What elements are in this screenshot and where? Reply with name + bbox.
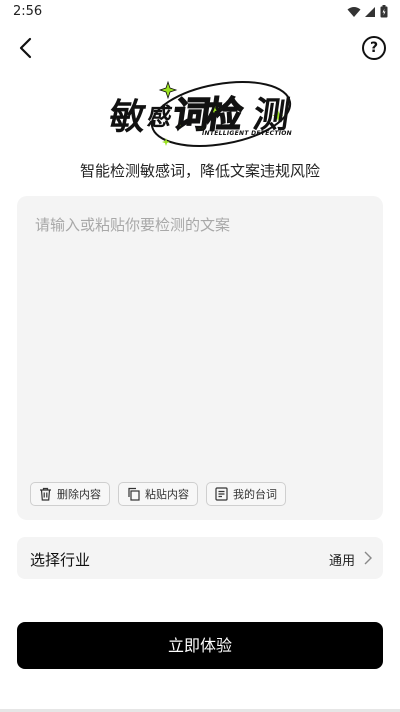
industry-label: 选择行业 [30,551,91,569]
status-icons [347,5,388,18]
cell-signal-icon [365,6,375,17]
battery-icon [380,5,388,18]
help-button[interactable]: ? [362,36,386,60]
delete-content-button[interactable]: 删除内容 [30,482,110,506]
status-bar: 2:56 [0,0,400,24]
text-input-panel: 删除内容 粘贴内容 我的台词 [17,196,383,520]
logo-subtitle: INTELLIGENT DETECTION [202,130,292,137]
app-logo: 敏 感 词检 测 INTELLIGENT DETECTION [106,80,296,148]
industry-selector[interactable]: 选择行业 通用 [17,537,383,579]
wifi-icon [347,6,361,17]
chevron-left-icon [19,37,32,59]
copy-icon [128,487,140,501]
document-icon [215,487,228,501]
back-button[interactable] [14,35,40,61]
my-lines-button[interactable]: 我的台词 [206,482,286,506]
paste-content-label: 粘贴内容 [145,488,189,501]
my-lines-label: 我的台词 [233,488,277,501]
industry-value: 通用 [328,554,355,569]
status-time: 2:56 [13,4,43,19]
delete-content-label: 删除内容 [57,488,101,501]
question-circle-icon: ? [369,40,379,56]
paste-content-button[interactable]: 粘贴内容 [118,482,198,506]
tagline: 智能检测敏感词，降低文案违规风险 [79,162,320,180]
try-now-button[interactable]: 立即体验 [17,622,383,669]
editor-toolbar: 删除内容 粘贴内容 我的台词 [30,482,286,506]
trash-icon [40,487,51,501]
text-input[interactable] [17,196,383,466]
chevron-right-icon [364,551,372,565]
